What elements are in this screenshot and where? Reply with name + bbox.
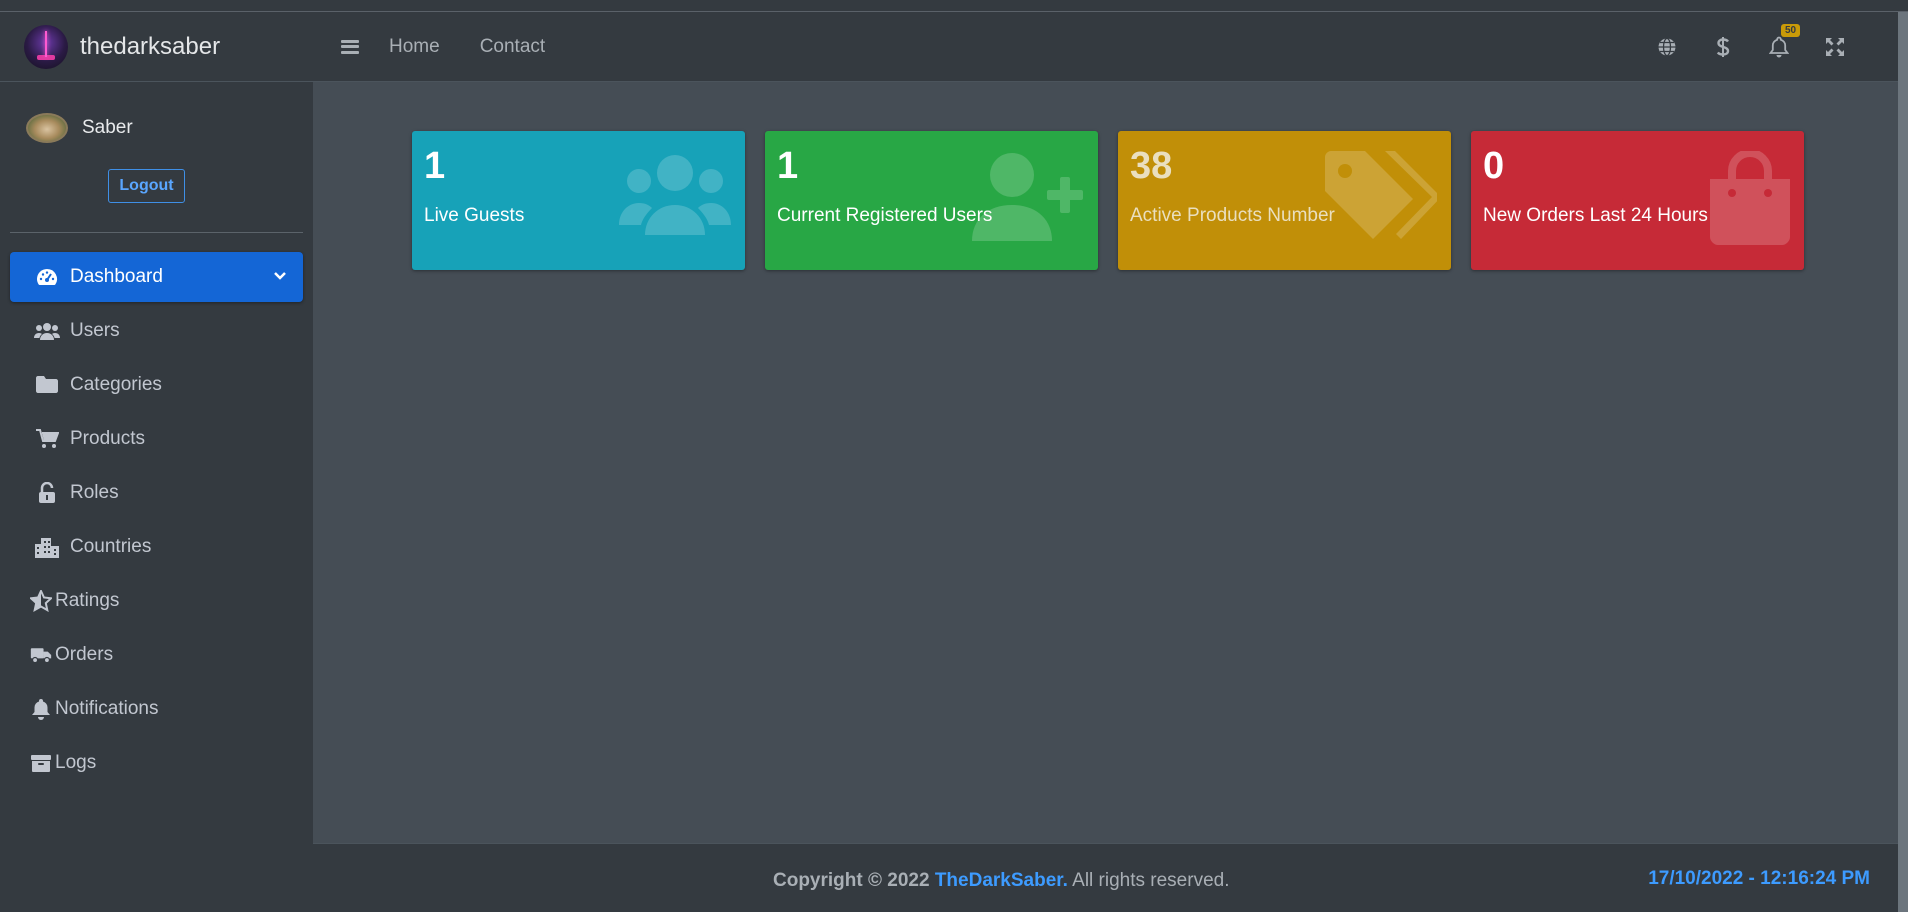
- unlock-icon: [34, 482, 60, 504]
- copyright-text: Copyright © 2022 TheDarkSaber. All right…: [773, 870, 1229, 892]
- brand-link[interactable]: thedarksaber: [0, 12, 313, 82]
- sidebar-item-label: Users: [70, 320, 120, 341]
- stat-boxes: 1 Live Guests 1 Current Registered Users…: [412, 131, 1804, 270]
- shopping-bag-icon: [1710, 149, 1790, 250]
- stat-box-active-products[interactable]: 38 Active Products Number: [1118, 131, 1451, 270]
- sidebar-item-label: Countries: [70, 536, 152, 557]
- brand-name: thedarksaber: [80, 32, 221, 60]
- sidebar-item-orders[interactable]: Orders: [10, 630, 303, 680]
- globe-icon[interactable]: [1639, 37, 1695, 57]
- tags-icon: [1325, 151, 1441, 246]
- users-icon: [34, 320, 60, 342]
- sidebar-divider: [10, 232, 303, 233]
- window-top-strip: [0, 0, 1908, 12]
- sidebar-item-label: Products: [70, 428, 145, 449]
- sidebar-item-users[interactable]: Users: [10, 306, 303, 356]
- cart-icon: [34, 428, 60, 450]
- rights-text: All rights reserved.: [1072, 870, 1230, 891]
- star-icon: [30, 590, 52, 612]
- clock: 17/10/2022 - 12:16:24 PM: [1648, 868, 1870, 889]
- fullscreen-icon[interactable]: [1807, 37, 1863, 57]
- sidebar-item-label: Orders: [55, 644, 114, 665]
- sidebar-item-dashboard[interactable]: Dashboard: [10, 252, 303, 302]
- users-icon: [619, 151, 731, 240]
- sidebar-item-logs[interactable]: Logs: [10, 738, 303, 788]
- sidebar-item-roles[interactable]: Roles: [10, 468, 303, 518]
- stat-box-new-orders[interactable]: 0 New Orders Last 24 Hours: [1471, 131, 1804, 270]
- chevron-down-icon: [273, 268, 287, 286]
- sidebar-item-label: Categories: [70, 374, 162, 395]
- main-content: 1 Live Guests 1 Current Registered Users…: [313, 82, 1898, 843]
- user-name[interactable]: Saber: [82, 117, 133, 139]
- stat-box-registered-users[interactable]: 1 Current Registered Users: [765, 131, 1098, 270]
- gauge-icon: [34, 266, 60, 288]
- lightsaber-logo-icon: [24, 24, 68, 69]
- truck-icon: [30, 644, 52, 666]
- folder-icon: [34, 374, 60, 396]
- sidebar: thedarksaber Saber Logout Dashboard User…: [0, 12, 313, 912]
- copyright-prefix: Copyright © 2022: [773, 870, 930, 891]
- sidebar-item-label: Ratings: [55, 590, 120, 611]
- nav-link-home[interactable]: Home: [389, 36, 440, 58]
- brand-footer-link[interactable]: TheDarkSaber.: [935, 870, 1068, 891]
- avatar: [26, 113, 68, 143]
- sidebar-item-label: Logs: [55, 752, 97, 773]
- sidebar-item-ratings[interactable]: Ratings: [10, 576, 303, 626]
- logout-button[interactable]: Logout: [108, 169, 185, 203]
- sidebar-item-countries[interactable]: Countries: [10, 522, 303, 572]
- dollar-icon[interactable]: [1695, 36, 1751, 58]
- user-plus-icon: [972, 151, 1084, 246]
- sidebar-item-label: Roles: [70, 482, 119, 503]
- logout-wrap: Logout: [0, 152, 313, 220]
- bell-icon[interactable]: 50: [1751, 23, 1807, 58]
- user-panel: Saber: [0, 82, 313, 152]
- sidebar-item-label: Dashboard: [70, 266, 163, 287]
- sidebar-item-categories[interactable]: Categories: [10, 360, 303, 410]
- menu-toggle-icon[interactable]: [341, 39, 359, 54]
- city-icon: [34, 536, 60, 558]
- notification-badge: 50: [1781, 23, 1801, 37]
- scrollbar-track[interactable]: [1898, 12, 1908, 912]
- sidebar-item-products[interactable]: Products: [10, 414, 303, 464]
- navbar-right: 50: [1639, 23, 1863, 58]
- sidebar-item-notifications[interactable]: Notifications: [10, 684, 303, 734]
- sidebar-item-label: Notifications: [55, 698, 159, 719]
- archive-icon: [30, 752, 52, 774]
- stat-box-live-guests[interactable]: 1 Live Guests: [412, 131, 745, 270]
- bell-icon: [30, 698, 52, 720]
- sidebar-nav: Dashboard Users Categories Products Role…: [0, 252, 313, 788]
- nav-link-contact[interactable]: Contact: [480, 36, 545, 58]
- footer: Copyright © 2022 TheDarkSaber. All right…: [313, 843, 1898, 912]
- top-navbar: Home Contact 50: [313, 12, 1898, 82]
